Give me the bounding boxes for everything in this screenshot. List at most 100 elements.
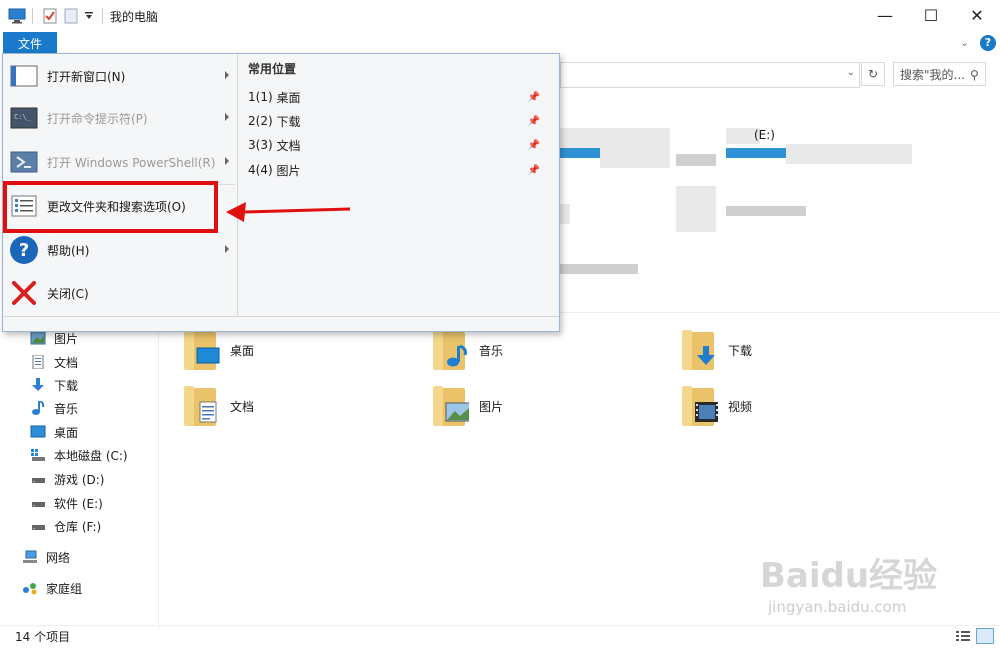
folder-pictures[interactable]: 图片: [433, 384, 503, 428]
titlebar-separator: [102, 8, 103, 24]
music-folder-icon: [433, 328, 473, 372]
pictures-icon: [30, 331, 46, 345]
menu-item-open-new-window[interactable]: 打开新窗口(N): [9, 56, 235, 96]
download-folder-icon: [682, 328, 722, 372]
videos-folder-icon: [682, 384, 722, 428]
folder-music[interactable]: 音乐: [433, 328, 503, 372]
nav-item-label: 软件 (E:): [54, 496, 103, 511]
maximize-button[interactable]: ☐: [908, 0, 954, 30]
folder-label: 图片: [479, 399, 504, 414]
nav-item-label: 本地磁盘 (C:): [54, 448, 128, 463]
frequent-item-pictures[interactable]: 4(4) 图片 📌: [248, 159, 548, 181]
refresh-button[interactable]: ↻: [861, 62, 885, 86]
desktop-folder-icon: [184, 328, 224, 372]
frequent-item-index: 1(1): [248, 90, 273, 104]
cmd-icon: C:\_: [9, 103, 39, 133]
drive-usage-bar: [560, 148, 600, 158]
nav-item-documents[interactable]: 文档: [30, 352, 78, 372]
search-icon[interactable]: ⚲: [970, 68, 979, 82]
customize-toolbar-icon[interactable]: [84, 10, 94, 26]
large-icons-view-icon[interactable]: [976, 628, 994, 644]
folder-label: 文档: [230, 399, 255, 414]
nav-item-homegroup[interactable]: 家庭组: [22, 578, 82, 598]
close-button[interactable]: ✕: [954, 0, 1000, 30]
details-view-icon[interactable]: [955, 629, 971, 643]
music-icon: [30, 400, 46, 415]
frequent-item-label: 下载: [276, 114, 301, 129]
pin-icon[interactable]: 📌: [528, 165, 540, 176]
desktop-icon: [30, 425, 46, 439]
ribbon-tabs: 文件 ⌄ ?: [0, 32, 1000, 54]
submenu-arrow-icon: [225, 157, 229, 165]
drive-icon: [30, 496, 46, 510]
computer-icon[interactable]: [8, 8, 26, 24]
file-tab[interactable]: 文件: [3, 32, 57, 54]
documents-icon: [30, 354, 46, 370]
pictures-folder-icon: [433, 384, 473, 428]
network-icon: [22, 550, 38, 564]
minimize-icon: —: [877, 5, 893, 25]
new-folder-icon[interactable]: [64, 8, 78, 24]
frequent-item-label: 桌面: [276, 90, 301, 105]
frequent-places-panel: 常用位置 1(1) 桌面 📌 2(2) 下载 📌 3(3) 文档 📌 4(4) …: [238, 54, 559, 317]
folder-documents[interactable]: 文档: [184, 384, 254, 428]
folder-label: 视频: [728, 399, 753, 414]
folder-label: 音乐: [479, 343, 504, 358]
menu-item-open-powershell[interactable]: 打开 Windows PowerShell(R): [9, 142, 235, 182]
frequent-item-documents[interactable]: 3(3) 文档 📌: [248, 134, 548, 156]
svg-text:C:\_: C:\_: [14, 113, 32, 121]
windows-drive-icon: [30, 448, 46, 462]
nav-item-drive-e[interactable]: 软件 (E:): [30, 493, 103, 513]
nav-item-desktop[interactable]: 桌面: [30, 422, 78, 442]
folder-label: 下载: [728, 343, 753, 358]
download-icon: [30, 378, 46, 392]
folder-desktop[interactable]: 桌面: [184, 328, 254, 372]
menu-item-close[interactable]: 关闭(C): [9, 273, 235, 313]
homegroup-icon: [22, 581, 38, 595]
drive-tile-blurred: [786, 144, 912, 164]
pin-icon[interactable]: 📌: [528, 116, 540, 127]
nav-item-label: 下载: [54, 378, 79, 393]
folder-label: 桌面: [230, 343, 255, 358]
nav-item-network[interactable]: 网络: [22, 547, 70, 567]
properties-icon[interactable]: [42, 8, 58, 24]
drive-icon: [30, 472, 46, 486]
drive-tile-blurred: [726, 206, 806, 216]
nav-item-music[interactable]: 音乐: [30, 398, 78, 418]
folder-downloads[interactable]: 下载: [682, 328, 752, 372]
menu-item-label: 帮助(H): [47, 243, 90, 258]
menu-item-help[interactable]: ? 帮助(H): [9, 230, 235, 270]
nav-item-label: 图片: [54, 331, 79, 346]
nav-item-drive-f[interactable]: 仓库 (F:): [30, 516, 101, 536]
nav-item-label: 音乐: [54, 401, 79, 416]
help-icon: ?: [9, 235, 39, 265]
close-icon: [9, 278, 39, 308]
pin-icon[interactable]: 📌: [528, 92, 540, 103]
nav-item-label: 家庭组: [46, 581, 83, 596]
nav-item-downloads[interactable]: 下载: [30, 375, 78, 395]
menu-item-label: 关闭(C): [47, 286, 89, 301]
menu-footer-divider: [3, 316, 559, 317]
watermark-url: jingyan.baidu.com: [768, 598, 907, 616]
title-bar: 我的电脑 — ☐ ✕: [0, 0, 1000, 33]
nav-item-drive-d[interactable]: 游戏 (D:): [30, 469, 104, 489]
pin-icon[interactable]: 📌: [528, 140, 540, 151]
address-dropdown-icon[interactable]: ⌄: [847, 67, 855, 78]
help-icon[interactable]: ?: [980, 35, 996, 51]
drive-tile-blurred: [676, 186, 716, 232]
folder-videos[interactable]: 视频: [682, 384, 752, 428]
frequent-item-desktop[interactable]: 1(1) 桌面 📌: [248, 86, 548, 108]
ribbon-expand-icon[interactable]: ⌄: [960, 36, 969, 49]
drive-tile-blurred: [676, 154, 716, 166]
frequent-item-label: 文档: [276, 138, 301, 153]
refresh-icon: ↻: [867, 67, 879, 81]
frequent-item-downloads[interactable]: 2(2) 下载 📌: [248, 110, 548, 132]
address-bar[interactable]: ⌄: [560, 62, 860, 88]
nav-item-drive-c[interactable]: 本地磁盘 (C:): [30, 445, 128, 465]
minimize-button[interactable]: —: [862, 0, 908, 30]
submenu-arrow-icon: [225, 113, 229, 121]
maximize-icon: ☐: [923, 5, 939, 25]
baidu-watermark: Baidu经验 jingyan.baidu.com: [760, 548, 990, 628]
menu-item-open-command-prompt[interactable]: C:\_ 打开命令提示符(P): [9, 98, 235, 138]
svg-text:?: ?: [19, 240, 29, 261]
